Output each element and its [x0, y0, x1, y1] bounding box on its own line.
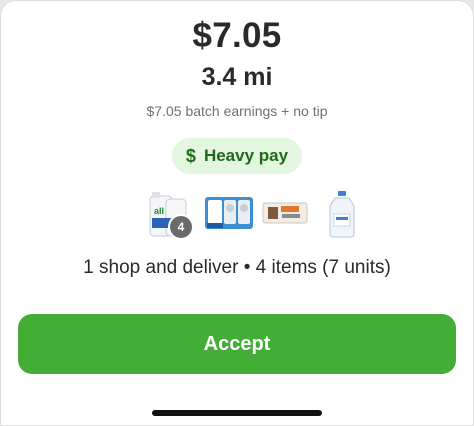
- home-indicator[interactable]: [152, 410, 322, 416]
- accept-button[interactable]: Accept: [18, 314, 456, 374]
- batch-distance: 3.4 mi: [201, 63, 273, 91]
- batch-price: $7.05: [192, 16, 282, 55]
- quantity-badge: 4: [168, 214, 194, 240]
- water-jug-product-image: [327, 190, 357, 238]
- svg-text:all: all: [154, 206, 164, 216]
- batch-offer-card: $7.05 3.4 mi $7.05 batch earnings + no t…: [0, 0, 474, 426]
- food-storage-box-product-image: [262, 200, 308, 226]
- product-thumbnails: all 4: [0, 190, 474, 240]
- heavy-pay-label: Heavy pay: [203, 146, 289, 165]
- paper-towels-product-image: [204, 194, 254, 232]
- dollar-sign-icon: $: [185, 145, 196, 166]
- batch-summary: 1 shop and deliver • 4 items (7 units): [83, 257, 391, 278]
- heavy-pay-badge: $ Heavy pay: [172, 138, 302, 174]
- earnings-note: $7.05 batch earnings + no tip: [146, 103, 328, 119]
